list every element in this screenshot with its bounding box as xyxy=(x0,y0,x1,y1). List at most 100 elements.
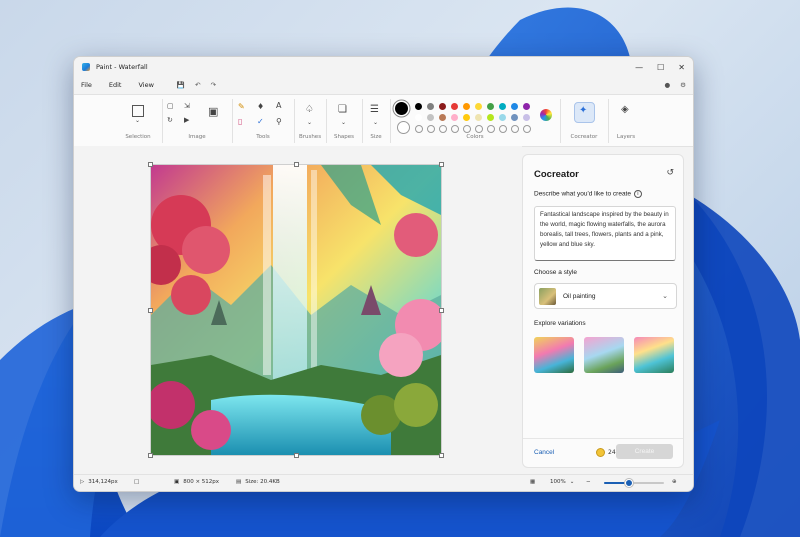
info-icon[interactable]: i xyxy=(633,190,642,198)
prompt-textarea[interactable]: Fantastical landscape inspired by the be… xyxy=(534,206,676,261)
color-swatch[interactable] xyxy=(415,125,423,133)
zoom-in-icon[interactable]: ⊕ xyxy=(672,479,677,485)
edit-colors-icon[interactable] xyxy=(540,109,552,121)
resize-handle[interactable] xyxy=(439,453,444,458)
settings-gear-icon[interactable]: ⚙ xyxy=(680,81,686,89)
chevron-down-icon[interactable]: ⌄ xyxy=(135,117,140,124)
canvas-artwork[interactable] xyxy=(151,165,441,455)
color-swatch[interactable] xyxy=(415,114,422,121)
variation-thumbnail[interactable] xyxy=(534,337,574,373)
pencil-icon[interactable]: ✎ xyxy=(238,102,245,111)
color-picker-icon[interactable]: ✓ xyxy=(257,117,264,126)
chevron-down-icon[interactable]: ⌄ xyxy=(307,119,312,126)
shapes-icon[interactable]: ❏ xyxy=(338,104,347,115)
menu-file[interactable]: File xyxy=(81,81,92,89)
resize-handle[interactable] xyxy=(148,162,153,167)
color-swatch[interactable] xyxy=(427,103,434,110)
resize-handle[interactable] xyxy=(148,453,153,458)
color-swatch[interactable] xyxy=(451,125,459,133)
resize-handle[interactable] xyxy=(294,162,299,167)
style-thumbnail xyxy=(539,287,556,305)
resize-handle[interactable] xyxy=(148,308,153,313)
zoom-slider[interactable] xyxy=(604,479,664,487)
layers-icon[interactable]: ◈ xyxy=(621,104,629,115)
zoom-select[interactable]: 100% ⌄ xyxy=(550,479,574,485)
color-swatch[interactable] xyxy=(487,114,494,121)
crop-icon[interactable]: ▢ xyxy=(167,102,174,110)
account-icon[interactable]: ● xyxy=(665,81,671,89)
zoom-slider-thumb[interactable] xyxy=(625,479,633,487)
color-swatch[interactable] xyxy=(511,114,518,121)
remove-background-icon[interactable]: ▣ xyxy=(208,105,218,118)
color-swatch[interactable] xyxy=(415,103,422,110)
color-swatch[interactable] xyxy=(439,114,446,121)
color-swatch[interactable] xyxy=(475,125,483,133)
color-swatch[interactable] xyxy=(475,114,482,121)
cocreator-label: Cocreator xyxy=(570,134,598,140)
zoom-out-icon[interactable]: − xyxy=(586,479,591,485)
color-swatch[interactable] xyxy=(499,125,507,133)
color-swatch[interactable] xyxy=(427,114,434,121)
color-swatch[interactable] xyxy=(427,125,435,133)
fill-icon[interactable]: ♦ xyxy=(257,102,264,111)
menu-edit[interactable]: Edit xyxy=(109,81,122,89)
paint-app-icon xyxy=(82,63,90,71)
rotate-icon[interactable]: ↻ xyxy=(167,116,173,124)
resize-handle[interactable] xyxy=(294,453,299,458)
chevron-down-icon[interactable]: ⌄ xyxy=(341,119,346,126)
color-swatch[interactable] xyxy=(511,103,518,110)
color-swatch[interactable] xyxy=(451,114,458,121)
fit-to-window[interactable]: ▦ xyxy=(530,479,535,485)
selection-tool-icon[interactable] xyxy=(132,105,144,117)
menu-view[interactable]: View xyxy=(138,81,153,89)
resize-handle[interactable] xyxy=(439,308,444,313)
maximize-icon[interactable]: ☐ xyxy=(657,63,664,72)
variation-thumbnail[interactable] xyxy=(634,337,674,373)
color-swatch[interactable] xyxy=(523,125,531,133)
minimize-icon[interactable]: — xyxy=(635,63,643,72)
chevron-down-icon[interactable]: ⌄ xyxy=(373,119,378,126)
color-swatch[interactable] xyxy=(499,114,506,121)
image-label: Image xyxy=(188,134,206,140)
variation-thumbnail[interactable] xyxy=(584,337,624,373)
primary-color-swatch[interactable] xyxy=(395,102,408,115)
color-swatch[interactable] xyxy=(487,103,494,110)
redo-icon[interactable]: ↷ xyxy=(210,81,215,89)
resize-icon[interactable]: ⇲ xyxy=(184,102,190,110)
brush-icon[interactable]: ♤ xyxy=(305,104,314,115)
color-swatch[interactable] xyxy=(499,103,506,110)
eraser-icon[interactable]: ▯ xyxy=(238,117,242,126)
color-swatch[interactable] xyxy=(523,114,530,121)
color-swatch[interactable] xyxy=(451,103,458,110)
color-swatch[interactable] xyxy=(463,114,470,121)
color-swatch[interactable] xyxy=(463,103,470,110)
cancel-button[interactable]: Cancel xyxy=(534,449,554,456)
color-swatch[interactable] xyxy=(439,125,447,133)
style-dropdown[interactable]: Oil painting ⌄ xyxy=(534,283,677,309)
secondary-color-swatch[interactable] xyxy=(397,121,410,134)
close-icon[interactable]: ✕ xyxy=(678,63,685,72)
text-tool-icon[interactable]: A xyxy=(276,101,281,110)
undo-icon[interactable]: ↶ xyxy=(195,81,200,89)
canvas-area[interactable] xyxy=(74,146,522,474)
magnifier-icon[interactable]: ⚲ xyxy=(276,117,282,126)
color-swatch[interactable] xyxy=(523,103,530,110)
cocreator-group: ✦ Cocreator xyxy=(560,99,609,143)
color-swatch[interactable] xyxy=(463,125,471,133)
color-swatch[interactable] xyxy=(439,103,446,110)
color-swatch[interactable] xyxy=(487,125,495,133)
resize-handle[interactable] xyxy=(439,162,444,167)
save-icon[interactable]: 💾 xyxy=(177,81,185,89)
color-swatch[interactable] xyxy=(475,103,482,110)
stroke-size-icon[interactable]: ☰ xyxy=(370,104,379,115)
flip-icon[interactable]: ▶ xyxy=(184,116,189,124)
tools-label: Tools xyxy=(256,134,270,140)
history-icon[interactable]: ↺ xyxy=(666,168,674,178)
fit-window-icon[interactable]: ▦ xyxy=(530,479,535,485)
create-button[interactable]: Create xyxy=(616,444,673,459)
cocreator-button[interactable]: ✦ xyxy=(574,102,595,123)
shapes-group: ❏ ⌄ Shapes xyxy=(326,99,363,143)
title-bar: Paint - Waterfall — ☐ ✕ xyxy=(74,57,693,77)
color-swatch[interactable] xyxy=(511,125,519,133)
colors-group: Colors xyxy=(390,99,561,143)
